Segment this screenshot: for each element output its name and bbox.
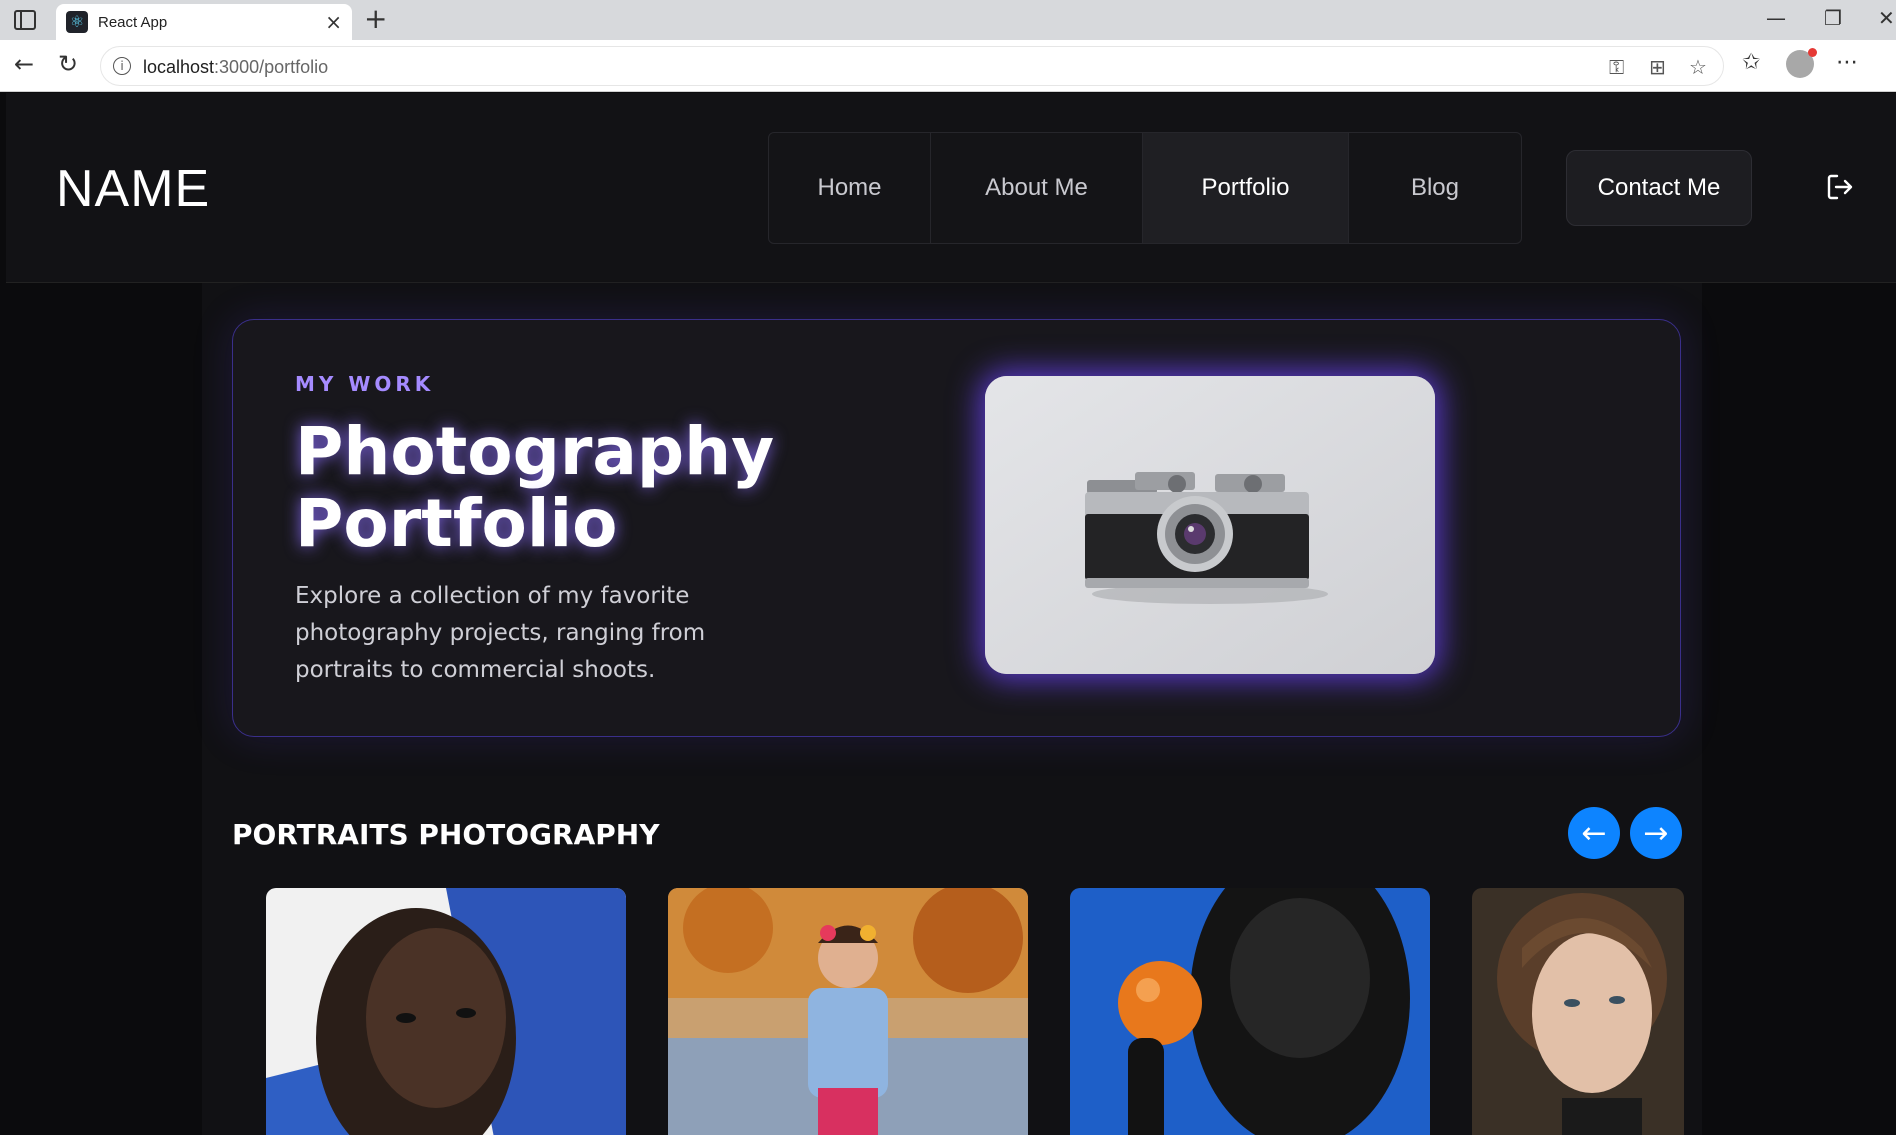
hero-description: Explore a collection of my favorite phot… xyxy=(295,583,706,683)
portrait-card[interactable] xyxy=(668,888,1028,1135)
url-input[interactable]: i localhost:3000/portfolio ⚿ ⊞ ☆ xyxy=(100,46,1724,86)
browser-tabbar: ⚛ React App × + — ❐ ✕ xyxy=(0,0,1896,40)
portfolio-content: MY WORK Photography Portfolio Explore a … xyxy=(202,283,1702,1135)
camera-image xyxy=(985,376,1435,674)
key-icon[interactable]: ⚿ xyxy=(1609,55,1624,79)
hero-card: MY WORK Photography Portfolio Explore a … xyxy=(232,319,1681,737)
contact-me-button[interactable]: Contact Me xyxy=(1566,150,1752,226)
page: NAME Home About Me Portfolio Blog Contac… xyxy=(6,93,1896,1135)
nav-home[interactable]: Home xyxy=(769,133,931,243)
brand-logo[interactable]: NAME xyxy=(56,159,210,219)
portrait-card[interactable] xyxy=(1472,888,1684,1135)
apps-icon[interactable]: ⊞ xyxy=(1649,55,1666,79)
section-title: PORTRAITS PHOTOGRAPHY xyxy=(232,818,660,851)
reload-icon[interactable]: ↻ xyxy=(58,50,78,78)
url-text: localhost:3000/portfolio xyxy=(143,57,329,77)
site-header: NAME Home About Me Portfolio Blog Contac… xyxy=(6,93,1896,283)
nav-blog[interactable]: Blog xyxy=(1349,133,1521,243)
logout-icon[interactable] xyxy=(1824,171,1856,203)
close-tab-icon[interactable]: × xyxy=(325,10,342,34)
favorite-star-icon[interactable]: ☆ xyxy=(1689,55,1707,79)
back-icon[interactable]: ← xyxy=(14,50,34,78)
carousel-next-button[interactable]: → xyxy=(1630,807,1682,859)
portrait-card[interactable] xyxy=(266,888,626,1135)
restore-icon[interactable]: ❐ xyxy=(1824,6,1842,30)
tab-title: React App xyxy=(98,14,168,31)
hero-title: Photography Portfolio xyxy=(295,413,775,562)
main-nav: Home About Me Portfolio Blog xyxy=(768,132,1522,244)
close-window-icon[interactable]: ✕ xyxy=(1878,6,1895,30)
nav-about-me[interactable]: About Me xyxy=(931,133,1143,243)
hero-kicker: MY WORK xyxy=(295,372,435,396)
carousel-prev-button[interactable]: ← xyxy=(1568,807,1620,859)
react-favicon-icon: ⚛ xyxy=(66,11,88,33)
nav-portfolio[interactable]: Portfolio xyxy=(1143,133,1349,243)
more-menu-icon[interactable]: ⋯ xyxy=(1836,50,1858,75)
new-tab-icon[interactable]: + xyxy=(364,2,387,35)
browser-tab[interactable]: ⚛ React App × xyxy=(56,4,352,40)
sidebar-toggle-icon[interactable] xyxy=(14,10,36,30)
notification-dot xyxy=(1808,48,1817,57)
site-info-icon[interactable]: i xyxy=(113,57,131,75)
portrait-card[interactable] xyxy=(1070,888,1430,1135)
favorites-icon[interactable]: ✩ xyxy=(1742,50,1760,75)
address-bar: ← ↻ i localhost:3000/portfolio ⚿ ⊞ ☆ ✩ ⋯ xyxy=(0,40,1896,92)
minimize-icon[interactable]: — xyxy=(1766,6,1786,30)
